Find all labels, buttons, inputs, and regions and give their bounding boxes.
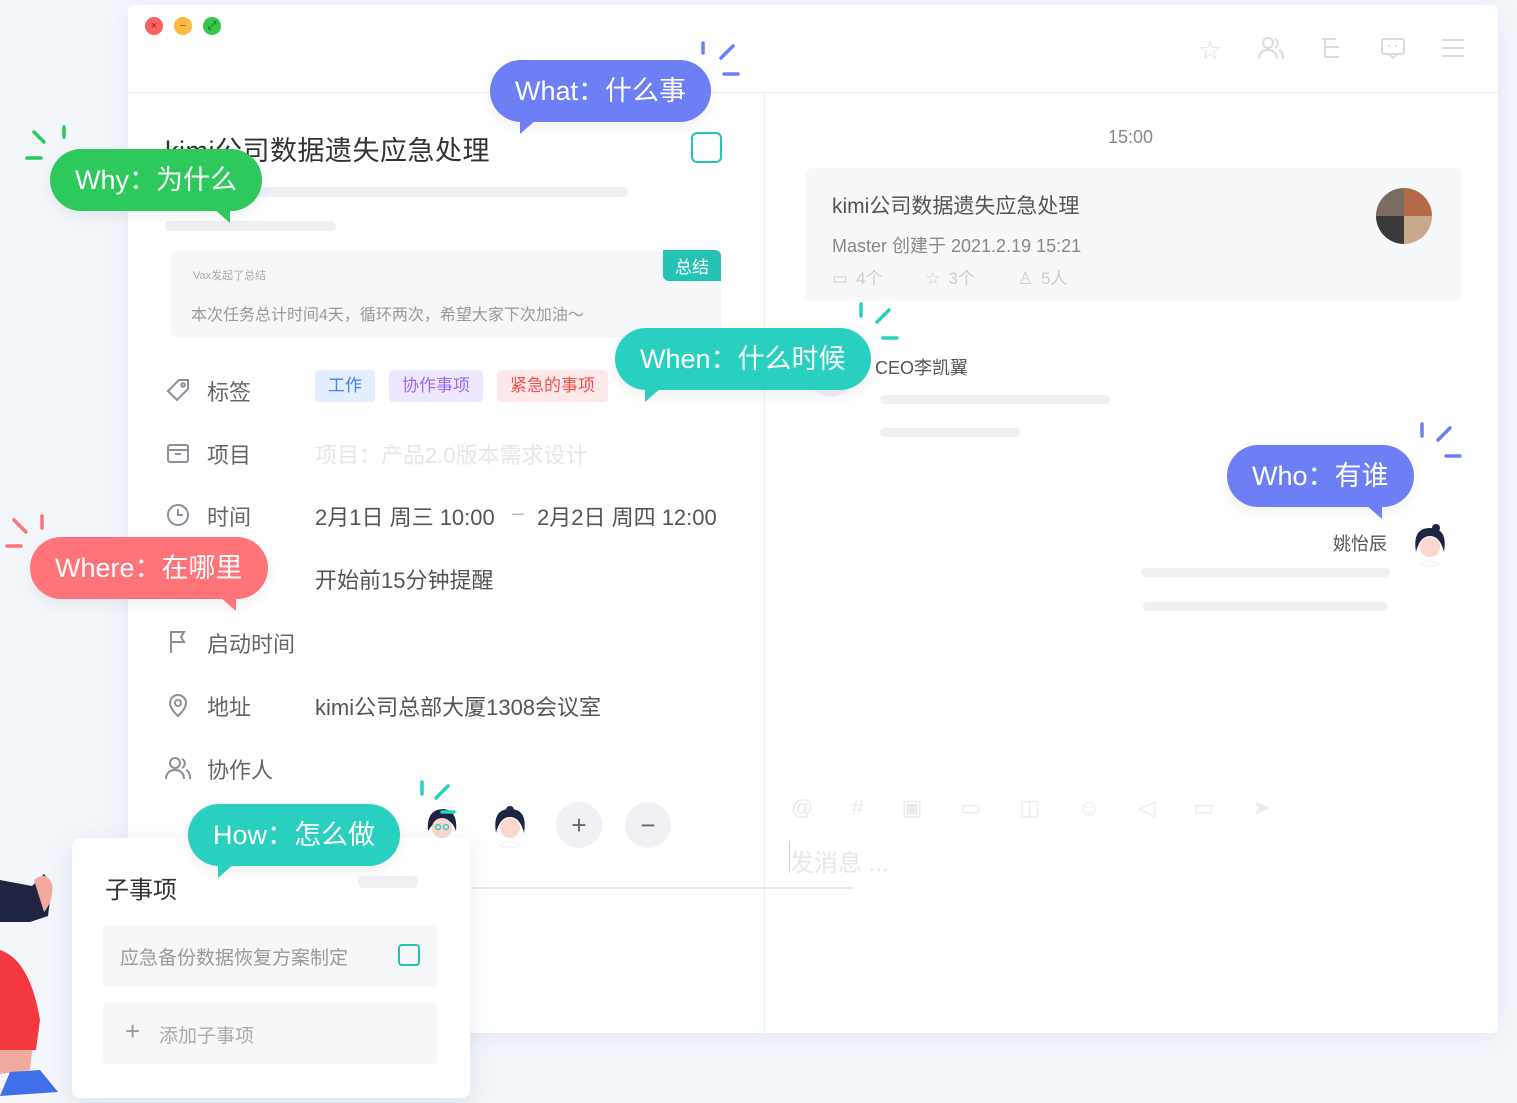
collaborator-avatar[interactable]	[486, 801, 534, 849]
image-icon[interactable]: ▣	[902, 795, 961, 820]
title-bar: × − ⤢ ☆	[128, 5, 1498, 93]
card-stats: ▭ 4个 ☆ 3个 ♙ 5人	[832, 264, 1105, 289]
card-title: kimi公司数据遗失应急处理	[832, 195, 1080, 218]
chat-timestamp: 15:00	[1108, 127, 1154, 147]
reminder-value[interactable]: 开始前15分钟提醒	[315, 563, 493, 595]
people-count: 5人	[1040, 269, 1068, 288]
collaborators-label: 协作人	[207, 758, 274, 783]
message-placeholder	[880, 428, 1020, 437]
subtasks-panel: 子事项 应急备份数据恢复方案制定 + 添加子事项	[72, 838, 470, 1098]
address-label: 地址	[207, 695, 252, 720]
flag-icon	[165, 629, 191, 655]
what-bubble: What：什么事	[490, 60, 712, 134]
minimize-window-button[interactable]: −	[174, 17, 192, 35]
tag-collaboration[interactable]: 协作事项	[389, 370, 483, 402]
remove-collaborator-button[interactable]: −	[625, 802, 671, 848]
how-bubble: How：怎么做	[188, 804, 401, 878]
folder-icon: ▭	[832, 269, 849, 288]
subtask-checkbox[interactable]	[398, 944, 420, 966]
tag-work[interactable]: 工作	[315, 370, 375, 402]
subtask-item[interactable]: 应急备份数据恢复方案制定	[103, 925, 437, 987]
message-placeholder	[1143, 602, 1388, 611]
task-complete-checkbox[interactable]	[691, 132, 722, 163]
why-bubble: Why：为什么	[50, 149, 262, 223]
summary-author: Vax发起了总结	[193, 270, 267, 282]
start-time-label: 启动时间	[207, 632, 296, 657]
emoji-icon[interactable]: ☺	[1078, 795, 1138, 820]
project-icon	[165, 440, 191, 466]
sparkle-decoration	[420, 780, 456, 814]
add-collaborator-button[interactable]: +	[556, 802, 602, 848]
person-illustration	[0, 874, 58, 1096]
hashtag-icon[interactable]: #	[851, 795, 901, 820]
folder-icon[interactable]: ▭	[960, 795, 1019, 820]
project-value[interactable]: 项目：产品2.0版本需求设计	[315, 438, 588, 470]
screen-icon[interactable]: ▭	[1193, 795, 1252, 820]
time-start[interactable]: 2月1日 周三 10:00	[315, 500, 495, 532]
time-end[interactable]: 2月2日 周四 12:00	[537, 500, 717, 532]
tree-icon[interactable]	[1317, 35, 1347, 65]
people-icon[interactable]	[1256, 35, 1286, 65]
time-separator: –	[512, 500, 525, 525]
sparkle-decoration	[859, 302, 899, 340]
person-icon: ♙	[1017, 269, 1033, 288]
star-icon[interactable]: ☆	[1195, 35, 1225, 65]
summary-badge: 总结	[663, 250, 721, 281]
chat-icon[interactable]: ◫	[1019, 795, 1078, 820]
sparkle-decoration	[1420, 422, 1462, 458]
task-share-card[interactable]: kimi公司数据遗失应急处理 Master 创建于 2021.2.19 15:2…	[805, 168, 1462, 301]
section-divider	[473, 887, 853, 889]
project-label: 项目	[207, 443, 252, 468]
chat-icon[interactable]	[1378, 35, 1408, 65]
add-subtask-button[interactable]: + 添加子事项	[103, 1002, 437, 1064]
sparkle-decoration	[701, 41, 740, 76]
chat-toolbar: @#▣▭◫☺◁▭➤	[791, 795, 1309, 821]
subtasks-title: 子事项	[105, 877, 177, 904]
sender-name: 姚怡辰	[1333, 534, 1387, 554]
add-subtask-label: 添加子事项	[159, 1026, 255, 1047]
star-icon: ☆	[925, 269, 941, 288]
tag-urgent[interactable]: 紧急的事项	[497, 370, 608, 402]
menu-icon[interactable]	[1438, 35, 1468, 65]
close-window-button[interactable]: ×	[145, 17, 163, 35]
maximize-window-button[interactable]: ⤢	[203, 17, 221, 35]
placeholder-line	[358, 876, 418, 888]
subtask-label: 应急备份数据恢复方案制定	[120, 948, 349, 969]
people-icon	[165, 755, 191, 781]
location-icon	[165, 692, 191, 718]
audio-icon[interactable]: ◁	[1138, 795, 1193, 820]
placeholder-line	[165, 221, 336, 231]
where-bubble: Where：在哪里	[30, 537, 268, 611]
message-placeholder	[1141, 568, 1390, 577]
when-bubble: When：什么时候	[615, 328, 871, 402]
send-icon[interactable]: ➤	[1252, 795, 1308, 820]
who-bubble: Who：有谁	[1227, 445, 1414, 519]
clock-icon	[165, 502, 191, 528]
summary-text: 本次任务总计时间4天，循环两次，希望大家下次加油～	[191, 307, 584, 324]
message-placeholder	[880, 395, 1110, 404]
star-count: 3个	[948, 269, 975, 288]
tags-label: 标签	[207, 380, 252, 405]
mention-icon[interactable]: @	[791, 795, 851, 820]
message-input[interactable]: 发消息 ...	[790, 843, 889, 878]
panel-divider	[764, 93, 765, 1033]
sender-name: CEO李凯翼	[875, 358, 969, 378]
folder-count: 4个	[856, 269, 883, 288]
card-subtitle: Master 创建于 2021.2.19 15:21	[832, 236, 1082, 256]
tag-icon	[165, 377, 191, 403]
time-label: 时间	[207, 505, 252, 530]
summary-card: 总结 Vax发起了总结 本次任务总计时间4天，循环两次，希望大家下次加油～	[171, 250, 721, 337]
sender-avatar[interactable]	[1406, 520, 1454, 568]
plus-icon: +	[125, 1016, 141, 1046]
group-avatar	[1376, 188, 1432, 244]
address-value[interactable]: kimi公司总部大厦1308会议室	[315, 690, 601, 722]
